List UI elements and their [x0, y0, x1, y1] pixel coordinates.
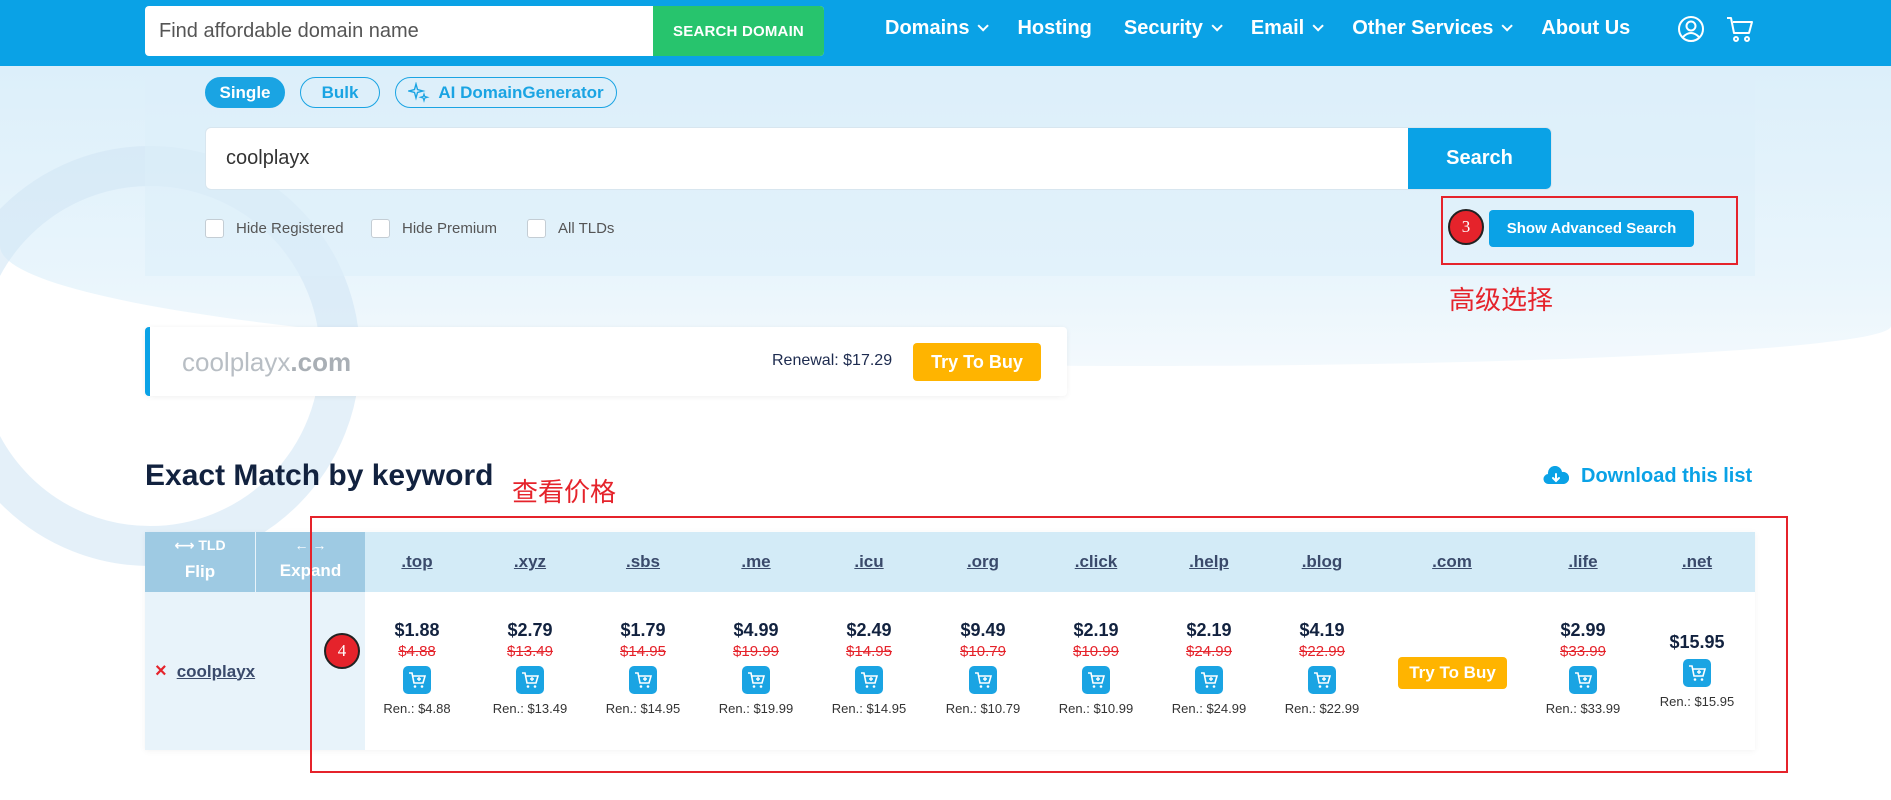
- annotation-text-3: 高级选择: [1449, 286, 1554, 316]
- nav-security-label: Security: [1123, 16, 1203, 39]
- chevron-down-icon: [977, 20, 990, 32]
- checkbox-label: Hide Registered: [236, 220, 344, 237]
- flip-tld-icon: ⟷ TLD: [174, 537, 226, 553]
- annotation-box-3: [1441, 196, 1738, 265]
- flip-tld-button[interactable]: ⟷ TLD Flip: [145, 532, 255, 592]
- nav-about-us-label: About Us: [1541, 16, 1631, 39]
- try-to-buy-button[interactable]: Try To Buy: [913, 343, 1041, 381]
- nav-domains-label: Domains: [885, 16, 970, 39]
- mode-single-tab[interactable]: Single: [205, 77, 285, 108]
- domain-search-box: Search: [205, 127, 1552, 190]
- header-search: SEARCH DOMAIN: [145, 6, 824, 56]
- remove-icon[interactable]: ×: [155, 660, 167, 683]
- cloud-download-icon: [1543, 465, 1569, 484]
- keyword-link[interactable]: coolplayx: [177, 662, 255, 682]
- site-header: SEARCH DOMAIN Domains Hosting Security E…: [0, 0, 1891, 66]
- annotation-marker-3: 3: [1448, 209, 1484, 245]
- nav-hosting-label: Hosting: [1017, 16, 1092, 39]
- nav-email[interactable]: Email: [1250, 16, 1324, 40]
- chevron-down-icon: [1312, 20, 1324, 32]
- chevron-down-icon: [1501, 20, 1514, 32]
- download-list-label: Download this list: [1581, 465, 1753, 487]
- flip-label: Flip: [184, 562, 216, 581]
- nav-email-label: Email: [1250, 16, 1305, 39]
- domain-search-input[interactable]: [206, 128, 1551, 189]
- checkbox-box[interactable]: [371, 219, 390, 238]
- com-result-card: coolplayx.com Renewal: $17.29 Try To Buy: [145, 327, 1067, 396]
- mode-ai-generator-tab[interactable]: AI DomainGenerator: [395, 77, 617, 108]
- checkbox-label: Hide Premium: [402, 220, 498, 237]
- hide-registered-checkbox[interactable]: Hide Registered: [205, 219, 344, 238]
- keyword-row-label: × coolplayx: [155, 660, 255, 683]
- nav-other-services-label: Other Services: [1352, 16, 1494, 39]
- nav-domains[interactable]: Domains: [885, 16, 990, 40]
- nav-security[interactable]: Security: [1123, 16, 1223, 40]
- main-nav: Domains Hosting Security Email Other Ser…: [885, 0, 1662, 56]
- hide-premium-checkbox[interactable]: Hide Premium: [371, 219, 497, 238]
- annotation-marker-4: 4: [324, 633, 360, 669]
- search-button[interactable]: Search: [1408, 128, 1551, 189]
- download-list-link[interactable]: Download this list: [1543, 465, 1752, 488]
- cart-icon[interactable]: [1725, 14, 1755, 44]
- all-tlds-checkbox[interactable]: All TLDs: [527, 219, 614, 238]
- search-domain-button[interactable]: SEARCH DOMAIN: [653, 6, 824, 56]
- com-domain-tld: .com: [290, 347, 352, 377]
- checkbox-box[interactable]: [527, 219, 546, 238]
- nav-about-us[interactable]: About Us: [1541, 17, 1630, 40]
- com-renewal: Renewal: $17.29: [772, 352, 893, 369]
- nav-hosting[interactable]: Hosting: [1017, 17, 1091, 40]
- com-domain-keyword: coolplayx: [182, 347, 291, 377]
- section-title: Exact Match by keyword: [145, 459, 494, 492]
- checkbox-box[interactable]: [205, 219, 224, 238]
- annotation-box-4: [310, 516, 1788, 773]
- checkbox-label: All TLDs: [558, 220, 615, 237]
- mode-ai-generator-label: AI DomainGenerator: [438, 82, 604, 102]
- sparkle-icon: [408, 81, 430, 103]
- user-icon[interactable]: [1676, 14, 1706, 44]
- annotation-text-4: 查看价格: [512, 478, 617, 508]
- chevron-down-icon: [1211, 20, 1223, 32]
- nav-other-services[interactable]: Other Services: [1352, 16, 1514, 40]
- com-domain-name: coolplayx.com: [182, 347, 351, 378]
- mode-bulk-tab[interactable]: Bulk: [300, 77, 380, 108]
- header-search-input[interactable]: [145, 6, 653, 56]
